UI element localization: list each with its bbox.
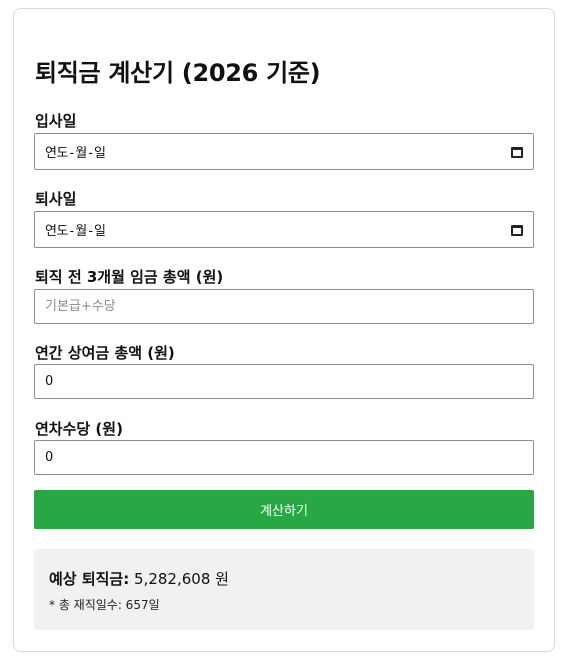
calculator-card: 퇴직금 계산기 (2026 기준) 입사일 연도-월-일 퇴사일 연도-월-일 …: [13, 8, 555, 652]
result-box: 예상 퇴직금: 5,282,608 원 * 총 재직일수: 657일: [34, 549, 534, 630]
calculate-button[interactable]: 계산하기: [34, 490, 534, 529]
hire-date-label: 입사일: [35, 112, 77, 130]
bonus-label: 연간 상여금 총액 (원): [35, 344, 175, 362]
annual-leave-label: 연차수당 (원): [35, 420, 123, 438]
page-title: 퇴직금 계산기 (2026 기준): [35, 59, 321, 87]
bonus-input[interactable]: [34, 364, 534, 399]
wage-3m-input[interactable]: [34, 289, 534, 324]
result-label: 예상 퇴직금:: [49, 570, 130, 588]
leave-date-label: 퇴사일: [35, 190, 77, 208]
result-line: 예상 퇴직금: 5,282,608 원: [49, 568, 229, 589]
wage-3m-label: 퇴직 전 3개월 임금 총액 (원): [35, 268, 224, 286]
calendar-icon[interactable]: [511, 146, 523, 158]
hire-date-input[interactable]: 연도-월-일: [34, 133, 534, 170]
severance-amount: 5,282,608 원: [134, 570, 229, 588]
service-days-note: * 총 재직일수: 657일: [49, 598, 160, 612]
calendar-icon[interactable]: [511, 224, 523, 236]
annual-leave-input[interactable]: [34, 440, 534, 475]
leave-date-input[interactable]: 연도-월-일: [34, 211, 534, 248]
leave-date-placeholder: 연도-월-일: [45, 224, 106, 239]
hire-date-placeholder: 연도-월-일: [45, 146, 106, 161]
